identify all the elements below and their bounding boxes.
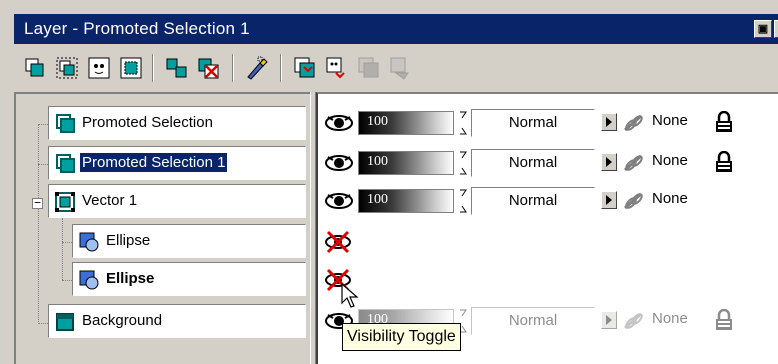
blend-mode-arrow-icon[interactable]: [601, 191, 617, 209]
toolbar: [14, 46, 778, 90]
blend-mode-arrow-icon[interactable]: [601, 153, 617, 171]
layer-name-promoted-selection[interactable]: Promoted Selection: [48, 106, 306, 140]
tree-line: [38, 164, 48, 165]
opacity-value: 100: [367, 154, 388, 169]
duplicate-layer-icon[interactable]: [164, 55, 190, 81]
layer-row: [318, 222, 776, 260]
layer-properties-icon[interactable]: [244, 55, 270, 81]
tree-line: [38, 323, 48, 324]
lock-icon[interactable]: [714, 309, 734, 331]
link-icon[interactable]: [622, 151, 646, 175]
toolbar-separator: [232, 54, 234, 82]
vector-object-icon: [78, 269, 100, 291]
toolbar-separator: [152, 54, 154, 82]
background-layer-icon: [54, 311, 76, 333]
new-mask-icon[interactable]: [86, 55, 112, 81]
blend-mode-arrow-icon[interactable]: [601, 311, 617, 329]
layer-name-label: Vector 1: [82, 192, 138, 209]
delete-layer-icon[interactable]: [196, 55, 222, 81]
link-set-value: None: [652, 152, 688, 169]
layer-name-background[interactable]: Background: [48, 304, 306, 338]
link-icon[interactable]: [622, 189, 646, 213]
blend-mode-value: Normal: [508, 114, 558, 131]
vector-object-icon: [78, 231, 100, 253]
blend-mode-dropdown[interactable]: Normal: [471, 109, 595, 137]
layer-name-vector-1[interactable]: Vector 1: [48, 184, 306, 218]
blend-mode-arrow-icon[interactable]: [601, 113, 617, 131]
tree-line: [38, 124, 48, 125]
layer-row: 100 Normal None: [318, 104, 776, 142]
layer-name-promoted-selection-1[interactable]: Promoted Selection 1: [48, 146, 306, 180]
layer-name-label: Ellipse: [106, 270, 155, 287]
blend-mode-value: Normal: [508, 312, 558, 329]
opacity-resize-handle[interactable]: [458, 188, 470, 214]
title-bar: Layer - Promoted Selection 1 ▣ ✕: [14, 14, 778, 44]
layer-row: 100 Normal None: [318, 144, 776, 182]
collapse-toggle[interactable]: −: [32, 197, 43, 209]
eye-icon[interactable]: [324, 153, 354, 173]
blend-mode-value: Normal: [508, 154, 558, 171]
raster-layer-icon: [54, 113, 76, 135]
layer-row: [318, 260, 776, 298]
link-set-value: None: [652, 190, 688, 207]
opacity-slider[interactable]: 100: [358, 111, 454, 135]
merge-down-icon[interactable]: [292, 55, 318, 81]
layer-name-ellipse-bold[interactable]: Ellipse: [72, 262, 306, 296]
layer-name-label: Background: [82, 312, 163, 329]
hidden-eye-icon[interactable]: [324, 228, 354, 254]
lock-icon[interactable]: [714, 151, 734, 173]
maximize-button[interactable]: ▣: [754, 20, 772, 38]
mouse-cursor-icon: [341, 283, 359, 308]
layer-tree-panel: − Promoted Selection Promoted Selection …: [14, 92, 310, 364]
tree-line: [62, 218, 63, 280]
eye-icon[interactable]: [324, 113, 354, 133]
close-button[interactable]: ✕: [774, 20, 778, 38]
vector-layer-icon: [54, 191, 76, 213]
layer-row: 100 Normal None: [318, 182, 776, 220]
tree-line: [62, 242, 72, 243]
opacity-resize-handle[interactable]: [458, 110, 470, 136]
new-selection-layer-icon[interactable]: [118, 55, 144, 81]
tree-line: [62, 280, 72, 281]
blend-mode-dropdown[interactable]: Normal: [471, 307, 595, 335]
opacity-resize-handle[interactable]: [458, 150, 470, 176]
tooltip: Visibility Toggle: [342, 323, 461, 351]
blend-mode-dropdown[interactable]: Normal: [471, 149, 595, 177]
link-set-value: None: [652, 112, 688, 129]
flatten-icon[interactable]: [388, 55, 414, 81]
raster-layer-icon: [54, 153, 76, 175]
window-title: Layer - Promoted Selection 1: [24, 19, 250, 38]
merge-visible-icon[interactable]: [324, 55, 350, 81]
merge-all-icon[interactable]: [356, 55, 382, 81]
opacity-slider[interactable]: 100: [358, 189, 454, 213]
new-group-icon[interactable]: [54, 55, 80, 81]
blend-mode-dropdown[interactable]: Normal: [471, 187, 595, 215]
lock-icon[interactable]: [714, 111, 734, 133]
link-set-value: None: [652, 310, 688, 327]
layer-name-label: Ellipse: [106, 232, 151, 249]
tree-line: [38, 124, 39, 324]
opacity-value: 100: [367, 114, 388, 129]
toolbar-separator: [280, 54, 282, 82]
opacity-value: 100: [367, 192, 388, 207]
opacity-slider[interactable]: 100: [358, 151, 454, 175]
layer-name-label: Promoted Selection 1: [80, 153, 228, 172]
link-icon[interactable]: [622, 309, 646, 333]
eye-icon[interactable]: [324, 191, 354, 211]
layer-name-label: Promoted Selection: [82, 114, 213, 131]
blend-mode-value: Normal: [508, 192, 558, 209]
layer-name-ellipse[interactable]: Ellipse: [72, 224, 306, 258]
new-layer-icon[interactable]: [22, 55, 48, 81]
link-icon[interactable]: [622, 111, 646, 135]
